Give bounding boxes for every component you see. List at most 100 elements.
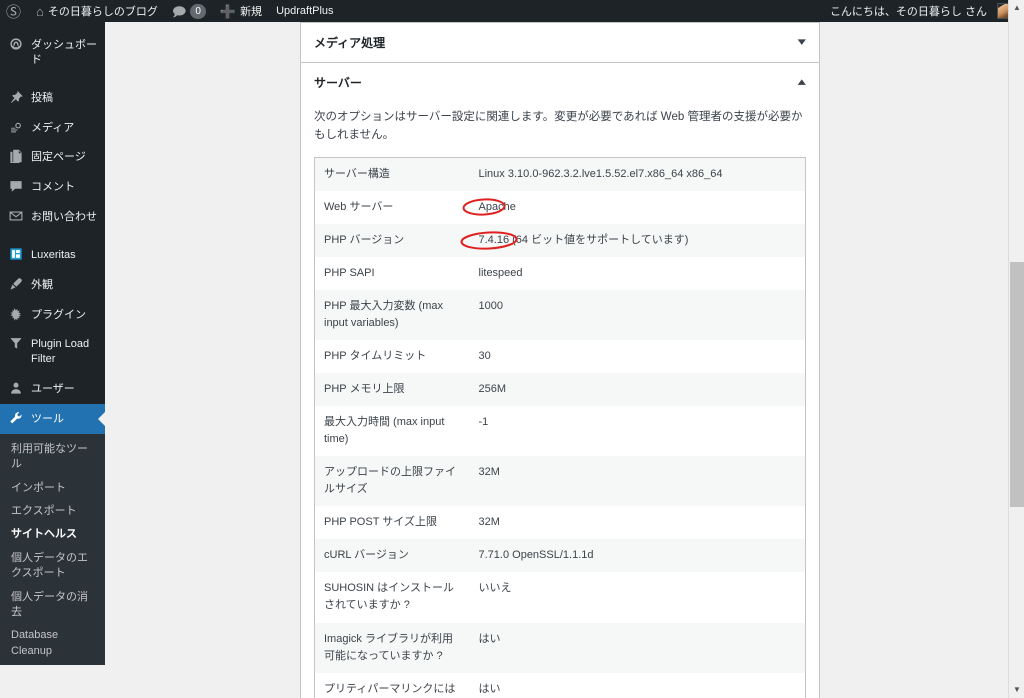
sidebar-item-label: 固定ページ xyxy=(31,151,86,164)
panel-media-header[interactable]: メディア処理 ▾ xyxy=(301,23,819,62)
pin-icon xyxy=(9,90,24,104)
sidebar-item-label: Luxeritas xyxy=(31,248,76,261)
sidebar-item-label: メディア xyxy=(31,121,75,134)
sidebar-subitem-export[interactable]: エクスポート xyxy=(0,500,105,523)
screen: Ⓢ ⌂ その日暮らしのブログ 🗩 0 ➕ 新規 UpdraftPlus こんにち… xyxy=(0,0,1024,698)
table-row: PHP POST サイズ上限 32M xyxy=(314,506,806,540)
server-info-key: cURL バージョン xyxy=(324,549,409,562)
sidebar-item-dashboard[interactable]: ダッシュボード xyxy=(0,30,105,75)
server-info-value: いいえ xyxy=(478,582,512,595)
sidebar-item-plugin-load-filter[interactable]: Plugin Load Filter xyxy=(0,329,105,374)
panel-server-body: 次のオプションはサーバー設定に関連します。変更が必要であれば Web 管理者の支… xyxy=(301,108,819,698)
server-info-key: アップロードの上限ファイルサイズ xyxy=(324,466,456,496)
server-info-key: PHP タイムリミット xyxy=(324,350,427,363)
menu-spacer xyxy=(0,75,105,83)
server-info-key: Imagick ライブラリが利用可能になっていますか ? xyxy=(324,632,453,662)
plus-icon: ➕ xyxy=(219,3,237,19)
server-info-key: PHP POST サイズ上限 xyxy=(324,516,437,529)
site-name-menu[interactable]: ⌂ その日暮らしのブログ xyxy=(29,0,165,22)
plugins-icon xyxy=(9,307,24,321)
server-info-value: Linux 3.10.0-962.3.2.lve1.5.52.el7.x86_6… xyxy=(478,167,723,180)
comment-count-badge: 0 xyxy=(190,3,206,19)
table-row: 最大入力時間 (max input time) -1 xyxy=(314,406,806,457)
table-row: PHP バージョン 7.4.16 (64 ビット値をサポートしています) xyxy=(314,223,806,257)
server-info-key: Web サーバー xyxy=(324,200,394,213)
sidebar-subitem-import[interactable]: インポート xyxy=(0,477,105,500)
new-content-menu[interactable]: ➕ 新規 xyxy=(213,0,269,22)
panel-server-title: サーバー xyxy=(314,76,362,90)
sidebar-item-users[interactable]: ユーザー xyxy=(0,374,105,404)
comment-icon: 🗩 xyxy=(171,3,187,19)
server-info-value: はい xyxy=(478,682,501,695)
table-row: PHP SAPI litespeed xyxy=(314,256,806,290)
sidebar-item-luxeritas[interactable]: Luxeritas xyxy=(0,240,105,270)
sidebar-subitem-available-tools[interactable]: 利用可能なツール xyxy=(0,438,105,477)
admin-bar: Ⓢ ⌂ その日暮らしのブログ 🗩 0 ➕ 新規 UpdraftPlus こんにち… xyxy=(0,0,1024,22)
table-row: PHP タイムリミット 30 xyxy=(314,340,806,374)
sidebar-item-tools[interactable]: ツール xyxy=(0,403,105,434)
sidebar-item-pages[interactable]: 固定ページ xyxy=(0,142,105,172)
funnel-icon xyxy=(9,336,24,350)
table-row: Web サーバー Apache xyxy=(314,190,806,224)
sidebar-item-label: 投稿 xyxy=(31,91,53,104)
panel-server-header[interactable]: サーバー ▴ xyxy=(301,63,819,102)
sidebar-subitem-export-personal-data[interactable]: 個人データのエクスポート xyxy=(0,547,105,586)
server-info-value: 7.71.0 OpenSSL/1.1.1d xyxy=(478,549,594,562)
scrollbar-thumb[interactable] xyxy=(1010,262,1024,507)
server-info-value: 32M xyxy=(478,516,500,529)
comments-bubble[interactable]: 🗩 0 xyxy=(165,0,213,22)
sidebar-item-label: お問い合わせ xyxy=(31,211,97,224)
server-info-value: 30 xyxy=(478,350,491,363)
wordpress-logo-icon[interactable]: Ⓢ xyxy=(0,1,29,22)
dashboard-icon xyxy=(9,37,24,51)
sidebar-item-label: ダッシュボード xyxy=(31,39,97,66)
sidebar-subitem-ewww-image-optimizer[interactable]: EWWW Image Optimizer xyxy=(0,663,105,665)
pages-icon xyxy=(9,149,24,164)
server-info-key: PHP SAPI xyxy=(324,266,375,279)
users-icon xyxy=(9,381,24,395)
updraftplus-label: UpdraftPlus xyxy=(276,5,334,17)
server-info-value: Apache xyxy=(462,191,806,224)
sidebar-item-label: コメント xyxy=(31,181,75,194)
admin-sidebar-menu: ダッシュボード 投稿 メディア 固定ページ コメント お問い合わせ Luxeri… xyxy=(0,22,105,665)
new-label: 新規 xyxy=(240,6,263,18)
panel-server: サーバー ▴ 次のオプションはサーバー設定に関連します。変更が必要であれば We… xyxy=(300,62,820,698)
server-info-value: 256M xyxy=(478,383,507,396)
server-info-value: litespeed xyxy=(478,266,523,279)
table-row: アップロードの上限ファイルサイズ 32M xyxy=(314,456,806,507)
updraftplus-menu[interactable]: UpdraftPlus xyxy=(269,0,340,22)
greeting-label: こんにちは、その日暮らし さん xyxy=(829,6,987,18)
sidebar-item-label: ツール xyxy=(31,412,64,425)
panel-media: メディア処理 ▾ xyxy=(300,22,820,62)
panel-media-title: メディア処理 xyxy=(314,36,386,50)
table-row: PHP 最大入力変数 (max input variables) 1000 xyxy=(314,289,806,341)
table-row: サーバー構造 Linux 3.10.0-962.3.2.lve1.5.52.el7… xyxy=(314,157,806,191)
panel-server-description: 次のオプションはサーバー設定に関連します。変更が必要であれば Web 管理者の支… xyxy=(314,111,803,142)
site-name-label: その日暮らしのブログ xyxy=(47,6,158,18)
chevron-up-icon[interactable]: ▴ xyxy=(798,77,806,88)
sidebar-item-contact[interactable]: お問い合わせ xyxy=(0,202,105,232)
scroll-down-arrow-icon[interactable]: ▼ xyxy=(1009,682,1024,698)
table-row: cURL バージョン 7.71.0 OpenSSL/1.1.1d xyxy=(314,539,806,573)
sidebar-item-comments[interactable]: コメント xyxy=(0,172,105,202)
sidebar-item-plugins[interactable]: プラグイン xyxy=(0,300,105,330)
sidebar-item-label: プラグイン xyxy=(31,308,86,321)
sidebar-item-appearance[interactable]: 外観 xyxy=(0,270,105,300)
server-info-key: PHP 最大入力変数 (max input variables) xyxy=(324,299,443,330)
table-row: プリティパーマリンクには対応していますか ? はい xyxy=(314,672,806,698)
scroll-up-arrow-icon[interactable]: ▲ xyxy=(1009,0,1024,16)
sidebar-item-media[interactable]: メディア xyxy=(0,113,105,143)
sidebar-item-posts[interactable]: 投稿 xyxy=(0,83,105,113)
server-info-value: 7.4.16 (64 ビット値をサポートしています) xyxy=(460,224,806,257)
home-icon: ⌂ xyxy=(36,3,44,19)
server-info-key: プリティパーマリンクには対応していますか ? xyxy=(324,682,456,695)
sidebar-subitem-database-cleanup[interactable]: Database Cleanup xyxy=(0,624,105,663)
luxeritas-icon xyxy=(9,247,24,261)
sidebar-subitem-site-health[interactable]: サイトヘルス xyxy=(0,523,105,546)
site-health-info-accordion: メディア処理 ▾ サーバー ▴ 次のオプションはサーバー設定に関連します。変更が… xyxy=(300,22,820,698)
chevron-down-icon[interactable]: ▾ xyxy=(798,37,806,48)
sidebar-subitem-erase-personal-data[interactable]: 個人データの消去 xyxy=(0,586,105,625)
sidebar-item-label: ユーザー xyxy=(31,383,75,396)
my-account-menu[interactable]: こんにちは、その日暮らし さん xyxy=(823,0,1020,22)
page-scrollbar[interactable]: ▲ ▼ xyxy=(1008,0,1024,698)
